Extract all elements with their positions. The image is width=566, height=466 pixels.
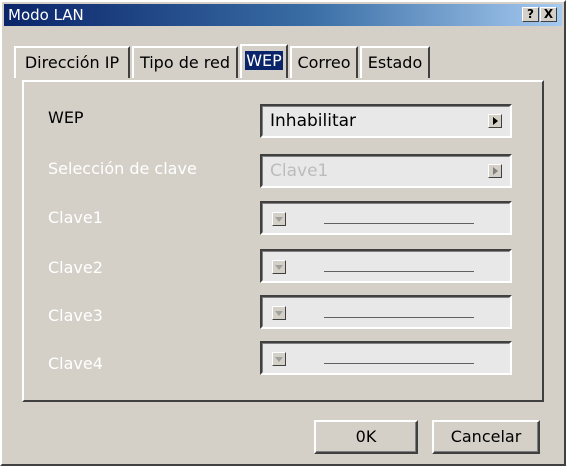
arrow-down-icon xyxy=(272,260,286,274)
key2-field xyxy=(260,249,512,283)
cancel-button[interactable]: Cancelar xyxy=(432,420,540,454)
lan-mode-dialog: Modo LAN ? X Dirección IP Tipo de red WE… xyxy=(0,0,566,466)
ok-button[interactable]: 0K xyxy=(314,420,418,454)
arrow-down-icon xyxy=(272,306,286,320)
tab-ip-address[interactable]: Dirección IP xyxy=(14,46,130,78)
key3-input-line xyxy=(324,317,474,318)
tab-status[interactable]: Estado xyxy=(360,46,430,78)
title-bar: Modo LAN ? X xyxy=(4,4,562,26)
tab-network-type[interactable]: Tipo de red xyxy=(132,46,238,78)
window-title: Modo LAN xyxy=(8,6,84,24)
key-selection-value: Clave1 xyxy=(270,161,329,181)
wep-label: WEP xyxy=(48,108,84,127)
key1-label: Clave1 xyxy=(48,208,103,227)
key3-label: Clave3 xyxy=(48,306,103,325)
key1-input-line xyxy=(324,223,474,224)
key-selection-label: Selección de clave xyxy=(48,159,197,178)
key4-label: Clave4 xyxy=(48,354,103,373)
key1-field xyxy=(260,201,512,235)
key4-field xyxy=(260,341,512,375)
close-icon: X xyxy=(543,7,554,21)
close-button[interactable]: X xyxy=(540,7,557,22)
arrow-down-icon xyxy=(272,212,286,226)
wep-select[interactable]: Inhabilitar xyxy=(260,104,512,138)
help-button[interactable]: ? xyxy=(522,7,539,22)
wep-value: Inhabilitar xyxy=(270,111,357,131)
tab-wep[interactable]: WEP xyxy=(240,44,288,78)
key-selection-select: Clave1 xyxy=(260,154,512,188)
key4-input-line xyxy=(324,363,474,364)
key3-field xyxy=(260,295,512,329)
arrow-right-icon xyxy=(488,164,502,178)
key2-input-line xyxy=(324,271,474,272)
arrow-down-icon xyxy=(272,352,286,366)
help-icon: ? xyxy=(527,7,534,21)
arrow-right-icon xyxy=(488,114,502,128)
key2-label: Clave2 xyxy=(48,258,103,277)
tab-email[interactable]: Correo xyxy=(290,46,358,78)
